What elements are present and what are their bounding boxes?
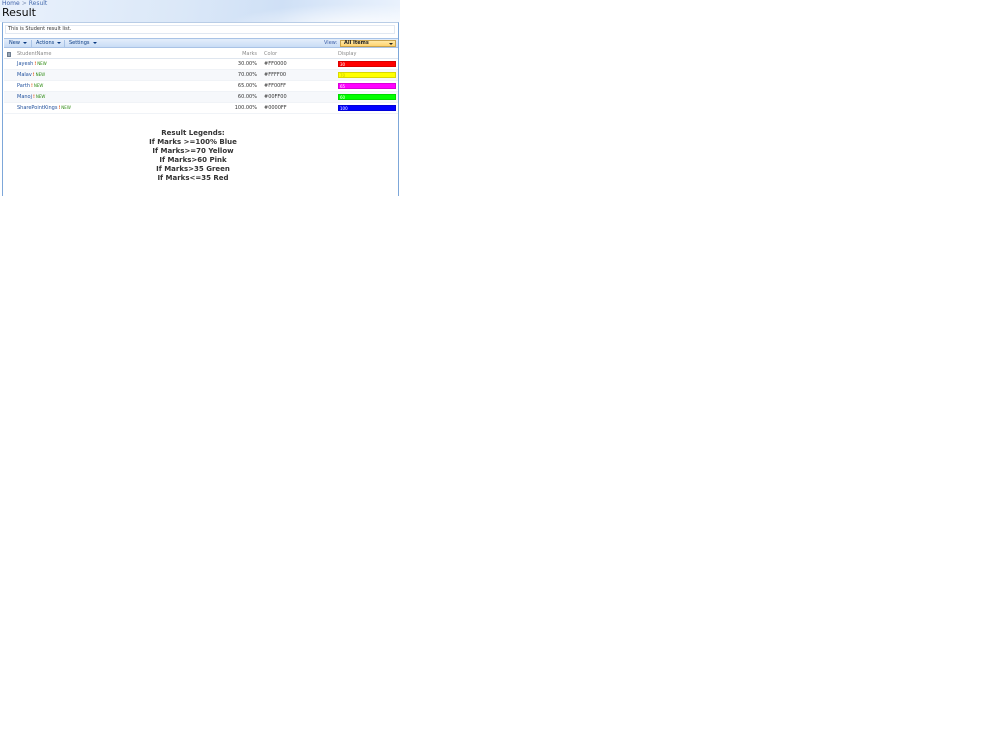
list-view-web-part: This is Student result list. New Actions… <box>2 22 399 196</box>
settings-menu-button[interactable]: Settings <box>69 40 97 47</box>
legend-line: If Marks >=100% Blue <box>149 138 237 146</box>
column-header-display[interactable]: Display <box>338 50 356 58</box>
display-color-bar: 65 <box>338 83 396 89</box>
table-row: SharePointKings!NEW 100.00% #0000FF 100 <box>4 103 398 114</box>
column-header-color[interactable]: Color <box>264 50 277 58</box>
page-header: Home > Result Result <box>0 0 400 22</box>
settings-menu-chevron-down-icon <box>92 41 97 44</box>
new-badge-label: NEW <box>35 72 46 77</box>
list-toolbar: New Actions Settings View: All Items <box>4 38 398 48</box>
list-description: This is Student result list. <box>5 25 395 34</box>
view-selected-value: All Items <box>344 40 369 46</box>
toolbar-divider <box>31 40 32 47</box>
legend-line: If Marks>35 Green <box>156 165 230 173</box>
settings-menu-label: Settings <box>69 40 90 46</box>
new-badge-label: NEW <box>35 94 46 99</box>
new-menu-label: New <box>9 40 20 46</box>
result-legend: Result Legends: If Marks >=100% Blue If … <box>103 129 283 183</box>
legend-line: If Marks>60 Pink <box>159 156 227 164</box>
student-name-link[interactable]: SharePointKings <box>17 105 57 111</box>
new-badge-icon: ! <box>32 72 35 77</box>
marks-cell: 70.00% <box>237 72 257 78</box>
student-name-link[interactable]: Malav <box>17 72 32 78</box>
attachment-icon <box>7 52 11 57</box>
display-color-bar: 70 <box>338 72 396 78</box>
new-badge-label: NEW <box>33 83 44 88</box>
color-cell: #FF00FF <box>264 83 287 89</box>
new-menu-button[interactable]: New <box>9 40 27 47</box>
list-grid: StudentName Marks Color Display Jayesh!N… <box>4 50 398 114</box>
legend-title: Result Legends: <box>161 129 225 137</box>
table-row: Parth!NEW 65.00% #FF00FF 65 <box>4 81 398 92</box>
color-cell: #00FF00 <box>264 94 287 100</box>
new-badge-label: NEW <box>61 105 71 110</box>
student-name-link[interactable]: Parth <box>17 83 30 89</box>
view-label: View: <box>324 40 338 46</box>
new-badge-icon: ! <box>31 83 33 88</box>
grid-header-row: StudentName Marks Color Display <box>4 50 398 59</box>
table-row: Malav!NEW 70.00% #FFFF00 70 <box>4 70 398 81</box>
new-badge: !NEW <box>31 83 43 88</box>
display-color-bar: 100 <box>338 105 396 111</box>
actions-menu-chevron-down-icon <box>57 41 62 44</box>
sharepoint-page: Home > Result Result This is Student resul… <box>0 0 400 196</box>
new-badge-icon: ! <box>34 61 37 66</box>
new-badge-icon: ! <box>33 94 35 99</box>
page-title: Result <box>2 6 36 19</box>
toolbar-divider <box>64 40 65 47</box>
student-name-link[interactable]: Jayesh <box>17 61 33 67</box>
view-selector[interactable]: All Items <box>340 40 396 47</box>
marks-cell: 65.00% <box>237 83 257 89</box>
legend-line: If Marks>=70 Yellow <box>152 147 234 155</box>
actions-menu-label: Actions <box>36 40 55 46</box>
marks-cell: 60.00% <box>237 94 257 100</box>
table-row: Manoj!NEW 60.00% #00FF00 60 <box>4 92 398 103</box>
new-badge-label: NEW <box>37 61 47 66</box>
color-cell: #0000FF <box>264 105 287 111</box>
color-cell: #FFFF00 <box>264 72 287 78</box>
actions-menu-button[interactable]: Actions <box>36 40 62 47</box>
new-badge: !NEW <box>33 94 45 99</box>
new-menu-chevron-down-icon <box>22 41 27 44</box>
view-chevron-down-icon <box>389 43 393 45</box>
new-badge: !NEW <box>58 105 70 110</box>
table-row: Jayesh!NEW 30.00% #FF0000 30 <box>4 59 398 70</box>
display-color-bar: 30 <box>338 61 396 67</box>
student-name-link[interactable]: Manoj <box>17 94 32 100</box>
column-header-marks[interactable]: Marks <box>204 50 257 58</box>
new-badge: !NEW <box>34 61 46 66</box>
marks-cell: 100.00% <box>234 105 257 111</box>
display-color-bar: 60 <box>338 94 396 100</box>
marks-cell: 30.00% <box>237 61 257 67</box>
new-badge: !NEW <box>33 72 45 77</box>
legend-line: If Marks<=35 Red <box>157 174 229 182</box>
column-header-student-name[interactable]: StudentName <box>17 50 51 58</box>
color-cell: #FF0000 <box>264 61 287 67</box>
